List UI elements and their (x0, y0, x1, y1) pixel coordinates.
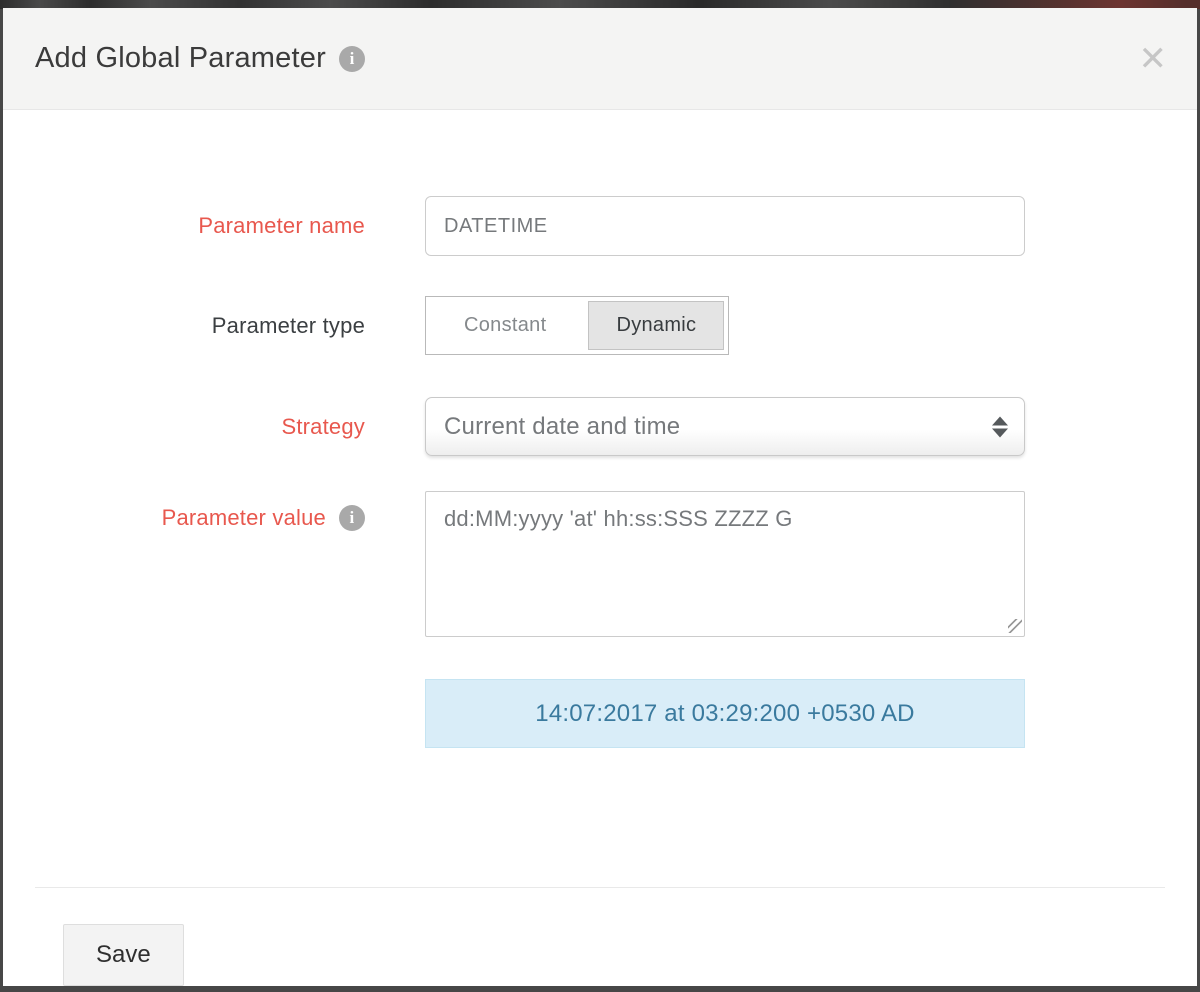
modal-body: Parameter name Parameter type Constant D… (3, 110, 1197, 887)
strategy-selected-value: Current date and time (444, 413, 680, 441)
parameter-type-label: Parameter type (3, 296, 365, 355)
modal-footer: Save (3, 887, 1197, 986)
add-global-parameter-modal: Add Global Parameter i ✕ Parameter name … (3, 8, 1197, 986)
select-updown-icon (992, 416, 1008, 437)
parameter-value-textarea[interactable]: dd:MM:yyyy 'at' hh:ss:SSS ZZZZ G (425, 491, 1025, 637)
parameter-value-preview: 14:07:2017 at 03:29:200 +0530 AD (425, 679, 1025, 748)
parameter-value-label: Parameter value (162, 505, 326, 531)
parameter-type-toggle: Constant Dynamic (425, 296, 729, 355)
strategy-select[interactable]: Current date and time (425, 397, 1025, 456)
parameter-value-label-group: Parameter value i (3, 491, 365, 637)
toggle-option-constant[interactable]: Constant (426, 297, 584, 354)
parameter-name-row: Parameter name (3, 196, 1197, 256)
parameter-value-row: Parameter value i dd:MM:yyyy 'at' hh:ss:… (3, 491, 1197, 637)
strategy-row: Strategy Current date and time (3, 397, 1197, 456)
parameter-name-label: Parameter name (3, 196, 365, 256)
toggle-option-dynamic[interactable]: Dynamic (588, 301, 724, 350)
preview-text: 14:07:2017 at 03:29:200 +0530 AD (535, 700, 914, 728)
footer-divider (35, 887, 1165, 888)
save-button[interactable]: Save (63, 924, 184, 986)
modal-title: Add Global Parameter (35, 42, 326, 75)
parameter-value-info-icon[interactable]: i (339, 505, 365, 531)
parameter-type-row: Parameter type Constant Dynamic (3, 296, 1197, 355)
title-info-icon[interactable]: i (339, 46, 365, 72)
parameter-name-input[interactable] (425, 196, 1025, 256)
strategy-label: Strategy (3, 397, 365, 456)
close-icon[interactable]: ✕ (1139, 42, 1168, 76)
modal-header: Add Global Parameter i ✕ (3, 8, 1197, 110)
